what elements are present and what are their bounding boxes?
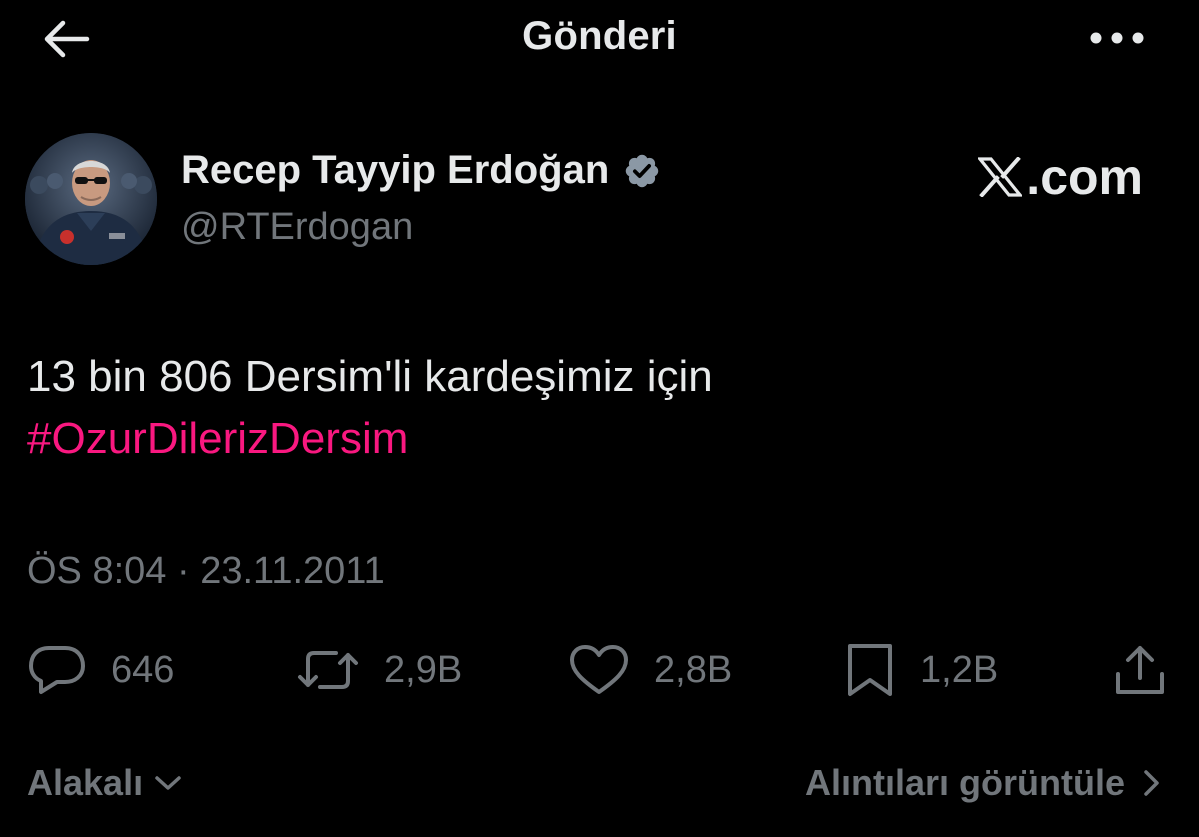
like-count: 2,8B: [654, 648, 733, 691]
author-name-text: Recep Tayyip Erdoğan: [181, 148, 610, 192]
x-logo-icon: [978, 157, 1023, 197]
like-button[interactable]: 2,8B: [568, 638, 732, 702]
more-horizontal-icon: [1090, 32, 1144, 44]
reply-button[interactable]: 646: [27, 638, 174, 702]
watermark-text: .com: [1026, 149, 1143, 205]
top-bar: Gönderi: [0, 0, 1199, 80]
sort-label: Alakalı: [27, 762, 144, 803]
verified-badge-icon: [626, 154, 659, 187]
chevron-down-icon: [155, 776, 181, 790]
more-options-button[interactable]: [1087, 18, 1147, 58]
reply-icon: [29, 646, 85, 694]
reply-count: 646: [111, 648, 175, 691]
bookmark-icon: [848, 644, 892, 696]
chevron-right-icon: [1144, 770, 1159, 796]
heart-icon: [570, 645, 628, 694]
share-icon: [1116, 646, 1164, 694]
bookmark-count: 1,2B: [920, 648, 999, 691]
author-handle[interactable]: @RTErdogan: [181, 206, 413, 249]
x-com-watermark: .com: [978, 148, 1143, 206]
view-quotes-link[interactable]: Alıntıları görüntüle: [805, 762, 1163, 804]
sort-replies-dropdown[interactable]: Alakalı: [27, 762, 183, 804]
bookmark-button[interactable]: 1,2B: [844, 638, 998, 702]
retweet-button[interactable]: 2,9B: [296, 638, 462, 702]
avatar-image: [25, 133, 157, 265]
tweet-body: 13 bin 806 Dersim'li kardeşimiz için #Oz…: [27, 346, 713, 470]
hashtag-link[interactable]: #OzurDilerizDersim: [27, 408, 713, 470]
page-title: Gönderi: [522, 14, 677, 58]
action-bar: 646 2,9B 2,8B 1,2B: [0, 638, 1199, 702]
view-quotes-label: Alıntıları görüntüle: [805, 762, 1125, 803]
avatar[interactable]: [25, 133, 157, 265]
author-name[interactable]: Recep Tayyip Erdoğan: [181, 148, 661, 193]
retweet-icon: [298, 651, 358, 689]
retweet-count: 2,9B: [384, 648, 463, 691]
tweet-timestamp[interactable]: ÖS 8:04 · 23.11.2011: [27, 550, 385, 593]
share-button[interactable]: [1112, 638, 1168, 702]
tweet-text: 13 bin 806 Dersim'li kardeşimiz için: [27, 352, 713, 401]
